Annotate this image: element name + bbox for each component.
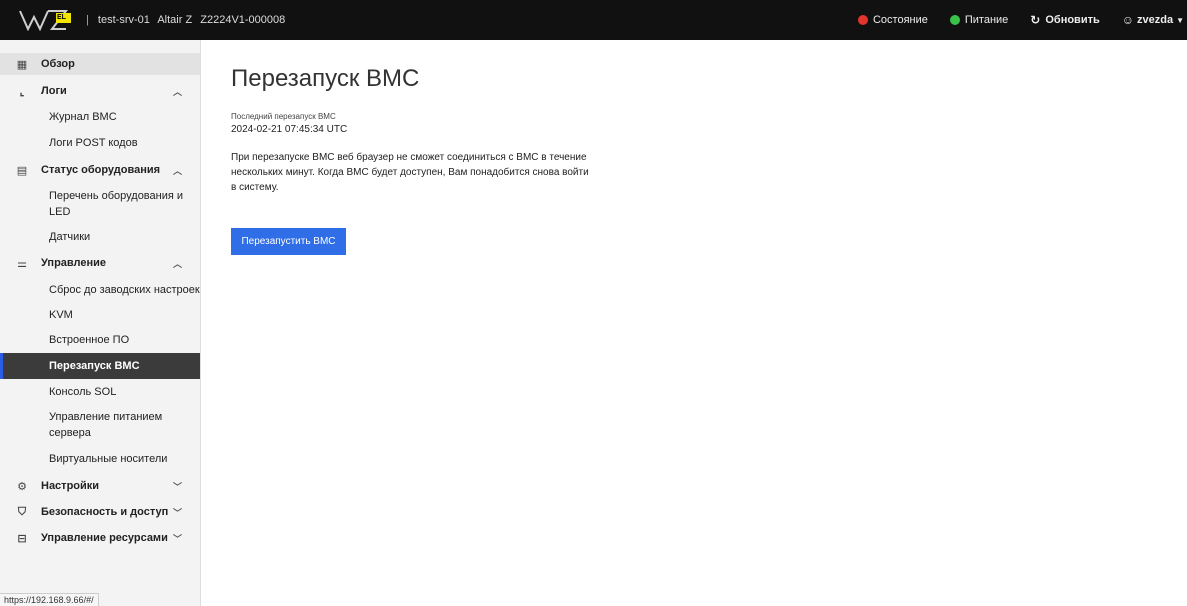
chevron-up-icon: ︿: [173, 258, 183, 269]
reboot-info-text: При перезапуске BMC веб браузер не сможе…: [231, 152, 589, 193]
sidebar-item-label: Обзор: [41, 58, 75, 70]
sidebar: ▦ Обзор ⌞ Логи ︿ Журнал BMC Логи POST ко…: [0, 40, 201, 606]
sidebar-item-hardware[interactable]: ▤ Статус оборудования ︿: [0, 159, 200, 181]
power-label: Питание: [964, 14, 1009, 26]
refresh-button[interactable]: ↻ Обновить: [1030, 13, 1099, 27]
sidebar-item-settings[interactable]: ⚙ Настройки ﹀: [0, 475, 200, 497]
sidebar-item-factory-reset[interactable]: Сброс до заводских настроек: [0, 279, 200, 301]
sidebar-item-label: Логи: [41, 85, 67, 97]
page-title: Перезапуск BMC: [231, 65, 420, 92]
top-bar: EL | test-srv-01 Altair Z Z2224V1-000008…: [0, 0, 1187, 40]
sidebar-item-label: Консоль SOL: [49, 386, 117, 398]
status-label: Состояние: [872, 14, 928, 26]
sidebar-item-security[interactable]: ⛉ Безопасность и доступ ﹀: [0, 501, 200, 523]
sidebar-item-label: Управление ресурсами: [41, 532, 168, 544]
status-bar-url: https://192.168.9.66/#/: [0, 593, 99, 606]
sidebar-item-firmware[interactable]: Встроенное ПО: [0, 329, 200, 351]
user-menu[interactable]: ☺ zvezda ▼: [1122, 13, 1184, 27]
sidebar-item-server-power[interactable]: Управление питанием сервера: [0, 407, 200, 443]
sidebar-item-label: Журнал BMC: [49, 111, 117, 123]
chart-icon: ⌞: [19, 85, 25, 98]
gear-icon: ⚙: [17, 480, 27, 493]
sidebar-item-resources[interactable]: ⊟ Управление ресурсами ﹀: [0, 527, 200, 549]
sidebar-item-label: Настройки: [41, 480, 100, 492]
sidebar-item-label: Статус оборудования: [41, 164, 161, 176]
dashboard-icon: ▦: [16, 58, 28, 71]
last-reboot-value: 2024-02-21 07:45:34 UTC: [231, 124, 348, 135]
sidebar-item-logs[interactable]: ⌞ Логи ︿: [0, 80, 200, 102]
error-status-icon: [857, 15, 868, 25]
sidebar-item-kvm[interactable]: KVM: [0, 304, 200, 326]
sidebar-item-inventory[interactable]: Перечень оборудования и LED: [0, 186, 200, 222]
model-name: Altair Z: [157, 14, 193, 26]
chevron-up-icon: ︿: [173, 86, 183, 97]
serial-number: Z2224V1-000008: [200, 14, 286, 26]
sidebar-item-virtual-media[interactable]: Виртуальные носители: [0, 448, 200, 470]
clipboard-icon: ▤: [16, 164, 28, 177]
logo-badge: EL: [56, 13, 71, 23]
shield-icon: ⛉: [17, 505, 27, 518]
chevron-down-icon: ﹀: [173, 533, 183, 544]
user-label: zvezda: [1137, 14, 1174, 26]
sidebar-item-overview[interactable]: ▦ Обзор: [0, 53, 200, 75]
hostname: test-srv-01: [97, 14, 150, 26]
sidebar-item-bmc-journal[interactable]: Журнал BMC: [0, 106, 200, 128]
resources-icon: ⊟: [17, 532, 27, 545]
reboot-bmc-button[interactable]: Перезапустить BMC: [231, 228, 346, 255]
sidebar-item-label: Виртуальные носители: [49, 453, 168, 465]
sidebar-item-sol-console[interactable]: Консоль SOL: [0, 381, 200, 403]
chevron-down-icon: ﹀: [173, 507, 183, 518]
power-ok-icon: [949, 15, 960, 25]
sidebar-item-label: Безопасность и доступ: [41, 506, 169, 518]
user-icon: ☺: [1121, 13, 1134, 27]
sidebar-item-label: Встроенное ПО: [49, 334, 130, 346]
chevron-up-icon: ︿: [173, 165, 183, 176]
power-button[interactable]: Питание: [949, 14, 1009, 26]
sidebar-item-post-logs[interactable]: Логи POST кодов: [0, 132, 200, 154]
last-reboot-label: Последний перезапуск BMC: [231, 112, 336, 121]
sidebar-item-label: Управление: [41, 257, 107, 269]
sidebar-item-label: Сброс до заводских настроек: [49, 284, 200, 296]
chevron-down-icon: ▼: [1176, 15, 1184, 25]
sidebar-item-label: KVM: [49, 309, 73, 321]
sidebar-item-reboot-bmc[interactable]: Перезапуск BMC: [0, 353, 200, 379]
sidebar-item-sensors[interactable]: Датчики: [0, 226, 200, 248]
breadcrumb-separator: |: [86, 14, 89, 26]
refresh-label: Обновить: [1045, 14, 1100, 26]
sliders-icon: ⚌: [17, 257, 27, 270]
sidebar-item-label: Перечень оборудования и LED: [49, 190, 184, 218]
chevron-down-icon: ﹀: [173, 481, 183, 492]
sidebar-item-label: Датчики: [49, 231, 91, 243]
status-button[interactable]: Состояние: [857, 14, 928, 26]
sidebar-item-label: Управление питанием сервера: [49, 411, 163, 439]
sidebar-item-control[interactable]: ⚌ Управление ︿: [0, 252, 200, 274]
breadcrumb: | test-srv-01 Altair Z Z2224V1-000008: [86, 0, 290, 40]
sidebar-item-label: Перезапуск BMC: [49, 360, 140, 372]
refresh-icon: ↻: [1030, 13, 1041, 27]
sidebar-item-label: Логи POST кодов: [49, 137, 138, 149]
header-actions: Состояние Питание ↻ Обновить ☺ zvezda ▼: [836, 0, 1187, 40]
